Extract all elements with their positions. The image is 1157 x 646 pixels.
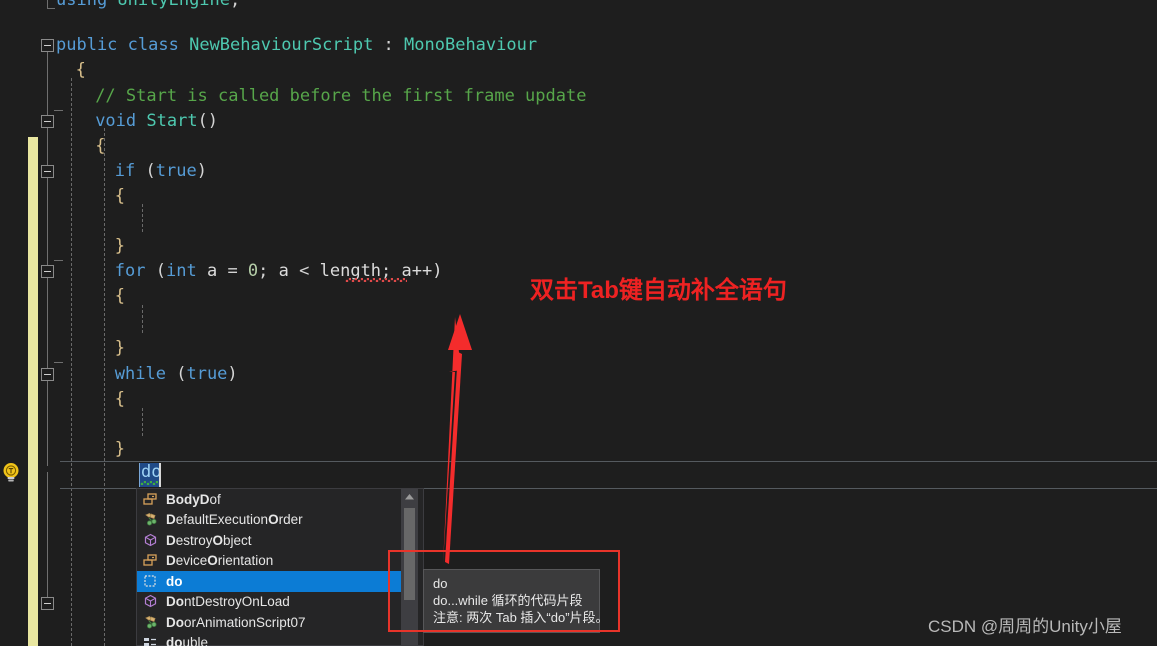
code-line: } xyxy=(115,336,125,361)
code-token: ) xyxy=(196,161,207,181)
warning-squiggle-do xyxy=(140,481,159,485)
code-line: if (true) xyxy=(115,159,207,184)
completion-item[interactable]: DeviceOrientation xyxy=(137,551,402,572)
completion-item-label: do xyxy=(166,573,183,589)
code-token: } xyxy=(114,338,126,358)
code-line: } xyxy=(115,437,125,462)
code-token: { xyxy=(114,286,126,306)
code-token: if xyxy=(114,161,146,181)
enum-icon-glyph xyxy=(143,493,157,505)
code-line: void Start() xyxy=(95,109,218,134)
completion-item[interactable]: DefaultExecutionOrder xyxy=(137,510,402,531)
code-line: { xyxy=(115,184,125,209)
code-token: void xyxy=(95,111,147,131)
code-token: a xyxy=(278,261,300,281)
code-line: while (true) xyxy=(115,362,238,387)
code-token: < xyxy=(299,261,320,281)
class-icon-glyph xyxy=(145,615,157,629)
keyword-icon-glyph xyxy=(144,638,156,646)
annotation-arrow-icon xyxy=(425,312,485,567)
completion-item-label: DoorAnimationScript07 xyxy=(166,614,306,630)
completion-item-label: DeviceOrientation xyxy=(166,553,274,569)
error-squiggle-length xyxy=(345,278,407,282)
code-token: ; xyxy=(230,0,241,10)
snippet-icon xyxy=(142,574,159,589)
code-token: Start xyxy=(146,111,198,131)
code-token: public xyxy=(56,35,128,55)
keyword-icon xyxy=(142,635,159,646)
scroll-up-arrow-icon[interactable] xyxy=(401,489,418,506)
code-token: MonoBehaviour xyxy=(404,35,538,55)
completion-item-label: DestroyObject xyxy=(166,532,252,548)
enum-icon xyxy=(142,492,159,507)
completion-item-label: DontDestroyOnLoad xyxy=(166,594,290,610)
code-token: ( xyxy=(176,364,187,384)
code-token: ( xyxy=(155,261,166,281)
code-token: 0 xyxy=(247,261,259,281)
code-line: // Start is called before the first fram… xyxy=(95,84,586,109)
annotation-arrow-glyph xyxy=(443,314,472,564)
code-token: } xyxy=(114,439,126,459)
code-token: { xyxy=(114,389,126,409)
completion-item[interactable]: DoorAnimationScript07 xyxy=(137,612,402,633)
class-icon-glyph xyxy=(145,513,157,526)
code-token: using xyxy=(56,0,118,10)
scroll-up-arrow-glyph xyxy=(405,494,414,500)
code-token: : xyxy=(383,35,405,55)
code-token: for xyxy=(114,261,156,281)
code-line: public class NewBehaviourScript : MonoBe… xyxy=(56,33,537,58)
code-token: = xyxy=(227,261,248,281)
intellisense-completion-list[interactable]: BodyDof DefaultExecutionOrder DestroyObjec… xyxy=(136,488,424,646)
code-token: UnityEngine xyxy=(117,0,231,10)
code-line: using UnityEngine; xyxy=(56,0,240,13)
code-token: { xyxy=(114,186,126,206)
visual-studio-code-editor-screenshot: using UnityEngine; public class NewBehavi… xyxy=(0,0,1157,646)
code-token: true xyxy=(155,161,197,181)
watermark-text: CSDN @周周的Unity小屋 xyxy=(928,617,1122,636)
completion-item[interactable]: DestroyObject xyxy=(137,530,402,551)
completion-item-label: BodyDof xyxy=(166,491,221,507)
struct-icon-glyph xyxy=(144,533,157,546)
completion-item-label: double xyxy=(166,635,209,646)
code-token: ; xyxy=(258,261,279,281)
enum-icon-glyph xyxy=(143,554,157,566)
class-icon xyxy=(142,512,159,527)
annotation-highlight-rect xyxy=(388,550,620,632)
code-token: int xyxy=(166,261,207,281)
code-token: NewBehaviourScript xyxy=(189,35,384,55)
code-token: { xyxy=(75,60,86,80)
code-token: true xyxy=(186,364,228,384)
completion-item[interactable]: double xyxy=(137,633,402,646)
code-token: ) xyxy=(227,364,238,384)
completion-item[interactable]: do xyxy=(137,571,402,592)
struct-icon-glyph xyxy=(144,595,157,608)
code-token: while xyxy=(114,364,177,384)
snippet-icon-glyph xyxy=(144,575,156,587)
code-line: { xyxy=(115,284,125,309)
struct-icon xyxy=(142,594,159,609)
code-line: { xyxy=(76,58,86,83)
code-line: } xyxy=(115,234,125,259)
annotation-headline: 双击Tab键自动补全语句 xyxy=(530,277,787,304)
completion-item[interactable]: DontDestroyOnLoad xyxy=(137,592,402,613)
code-token: } xyxy=(114,236,126,256)
class-icon xyxy=(142,615,159,630)
code-line: { xyxy=(95,134,105,159)
struct-icon xyxy=(142,533,159,548)
code-token: class xyxy=(127,35,190,55)
completion-item[interactable]: BodyDof xyxy=(137,489,402,510)
code-line: { xyxy=(115,387,125,412)
code-token: ( xyxy=(145,161,156,181)
code-token: () xyxy=(197,111,219,131)
text-caret xyxy=(159,463,161,487)
completion-item-label: DefaultExecutionOrder xyxy=(166,512,303,528)
code-token: { xyxy=(95,136,106,156)
enum-icon xyxy=(142,553,159,568)
code-token: // Start is called before the first fram… xyxy=(95,86,587,106)
code-token: a xyxy=(206,261,228,281)
completion-rows[interactable]: BodyDof DefaultExecutionOrder DestroyObjec… xyxy=(137,489,402,646)
code-token: a++) xyxy=(401,261,443,281)
